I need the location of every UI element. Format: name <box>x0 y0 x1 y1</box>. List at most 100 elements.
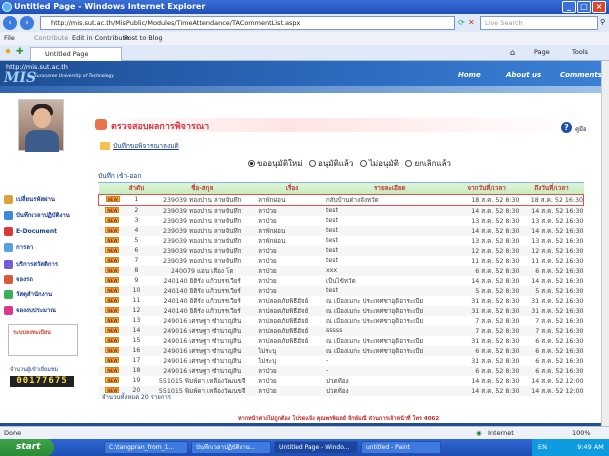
manual-link[interactable]: คู่มือ <box>575 124 587 134</box>
table-row[interactable]: NEW 10 240140 ยิติรัง แก้วบรรเวียร์ ลาป่วย t… <box>98 285 584 296</box>
vertical-scrollbar[interactable] <box>601 61 609 426</box>
sidebar-item-change-password[interactable]: เปลี่ยนรหัสผ่าน <box>4 194 84 206</box>
task-paint[interactable]: untitled - Paint <box>361 441 441 454</box>
add-favorites-icon[interactable]: ✚ <box>16 47 24 57</box>
cell-detail: ณ เมืองเมกะ ประเทศซาอุดิอาระเบีย <box>325 345 454 356</box>
table-row[interactable]: NEW 17 249016 เศรษฐา ซำนาญสิน ไม่ระบุ - 31 ส.… <box>99 356 584 366</box>
page-viewport: http://mis.sut.ac.th MIS Suranaree Unive… <box>0 61 601 426</box>
address-bar[interactable]: http://mis.sut.ac.th/MisPublic/Modules/T… <box>40 16 455 30</box>
table-row[interactable]: NEW 19 551015 พิมพ์ดา เหลืองวัฒนขจี ลาป่วย ป… <box>99 376 584 386</box>
filter-approved-radio[interactable] <box>309 160 317 167</box>
cell-subject: ลาป่วย <box>258 385 326 396</box>
language-indicator[interactable]: EN <box>538 443 547 451</box>
table-row[interactable]: NEW 15 249016 เศรษฐา ซำนาญสิน ลาปลอดภัยพิธี… <box>99 336 584 346</box>
table-row[interactable]: NEW 2 239039 ทองปาน ลาษจันทึก ลาป่วย test 14 … <box>98 205 584 216</box>
table-row[interactable]: NEW 6 239039 ทองปาน ลาษจันทึก ลาป่วย test 12 … <box>98 245 584 256</box>
cell-from: 14 ส.ค. 52 8:30 <box>471 277 520 285</box>
cell-from: 31 ส.ค. 52 8:30 <box>453 305 520 316</box>
table-row[interactable]: NEW 7 239039 ทองปาน ลาษจันทึก ลาป่วย test 11 … <box>99 256 584 266</box>
tab-untitled-page[interactable]: Untitled Page <box>30 47 122 61</box>
table-row[interactable]: NEW 1 239039 ทองปาน ลาษจันทึก ลาพักผ่อน กลับ… <box>98 193 584 206</box>
nav-home[interactable]: Home <box>458 71 481 79</box>
table-row[interactable]: NEW 8 240079 แอน เสือง โต ลาป่วย xxx 6 ส.ค. 5… <box>98 265 584 276</box>
start-button[interactable]: start <box>0 439 54 456</box>
table-row[interactable]: NEW 9 240140 ยิติรัง แก้วบรรเวียร์ ลาป่วย เป… <box>99 276 584 286</box>
cell-seq: 16 <box>126 345 147 356</box>
forward-button[interactable]: › <box>20 16 34 30</box>
promo-banner[interactable]: ระบบลงทะเบียน <box>8 324 78 356</box>
cell-seq: 15 <box>132 337 141 344</box>
task-explorer[interactable]: C:\tangpran_from_1... <box>104 441 188 454</box>
cell-from: 12 ส.ค. 52 8:30 <box>453 245 520 256</box>
table-row[interactable]: NEW 12 240140 ยิติรัง แก้วบรรเวียร์ ลาปลอดภ… <box>98 305 584 316</box>
sidebar-item-leave[interactable]: การลา <box>4 242 84 254</box>
cell-seq: 11 <box>132 297 141 304</box>
nav-about[interactable]: About us <box>506 71 541 79</box>
search-icon[interactable]: ⚲ <box>600 18 605 26</box>
page-menu[interactable]: Page <box>534 48 550 56</box>
cell-detail: test <box>325 285 454 296</box>
cell-name: 240140 ยิติรัง แก้วบรรเวียร์ <box>146 305 259 316</box>
nav-comments[interactable]: Comments <box>560 71 601 79</box>
menu-row: File Contribute Edit in Contribute Post … <box>0 32 609 45</box>
sidebar-item-budget[interactable]: จองงบประมาณ <box>4 305 84 317</box>
cell-subject: ลาพักผ่อน <box>258 225 326 236</box>
sidebar-item-car-booking[interactable]: จองรถ <box>4 274 84 286</box>
back-button[interactable]: ‹ <box>3 16 17 30</box>
sidebar-item-time-record[interactable]: บันทึกเวลาปฏิบัติงาน <box>4 210 84 222</box>
cell-subject: ลาป่วย <box>258 257 277 265</box>
task-ie[interactable]: Untitled Page - Windo... <box>274 441 358 454</box>
sidebar-item-edocument[interactable]: E-Document <box>4 226 84 238</box>
clock-icon <box>4 211 13 220</box>
home-icon[interactable]: ⌂ <box>510 48 515 57</box>
browser-window: Untitled Page - Windows Internet Explore… <box>0 0 609 456</box>
cell-name: 249016 เศรษฐา ซำนาญสิน <box>163 357 242 365</box>
cell-from: 14 ส.ค. 52 8:30 <box>453 205 520 216</box>
cell-detail: ณ เมืองเมกะ ประเทศซาอุดิอาระเบีย <box>325 337 424 345</box>
task-time-record[interactable]: บันทึกเวลาปฏิบัติงาน... <box>191 441 271 454</box>
cell-from: 7 ส.ค. 52 8:30 <box>475 317 520 325</box>
table-row[interactable]: NEW 18 249016 เศรษฐา ซำนาญสิน ลาป่วย -6 ส.ค.… <box>98 365 584 376</box>
minimize-button[interactable]: _ <box>562 1 576 13</box>
filter-rejected-radio[interactable] <box>359 160 367 167</box>
cell-subject: ลาพักผ่อน <box>258 237 286 245</box>
table-row[interactable]: NEW 3 239039 ทองปาน ลาษจันทึก ลาป่วย test 13 … <box>99 216 584 226</box>
menu-post-blog[interactable]: Post to Blog <box>124 32 163 45</box>
zoom-level[interactable]: 100% <box>572 427 591 439</box>
table-row[interactable]: NEW 11 240140 ยิติรัง แก้วบรรเวียร์ ลาปลอดภ… <box>99 296 584 306</box>
search-input[interactable]: Live Search <box>480 16 598 30</box>
table-row[interactable]: NEW 20 551015 พิมพ์ดา เหลืองวัฒนขจี ลาป่วยป… <box>98 385 584 396</box>
maximize-button[interactable]: □ <box>577 1 591 13</box>
menu-contribute[interactable]: Contribute <box>34 32 68 45</box>
sidebar-item-office-supplies[interactable]: วัสดุสำนักงาน <box>4 289 84 301</box>
add-request-link[interactable]: บันทึกขอพิจารณาลงมติ <box>100 141 179 151</box>
menu-file[interactable]: File <box>4 32 15 45</box>
menu-edit-contribute[interactable]: Edit in Contribute <box>72 32 129 45</box>
table-row[interactable]: NEW 16 249016 เศรษฐา ซำนาญสิน ไม่ระบุณ เมือ… <box>98 345 584 356</box>
table-row[interactable]: NEW 4 239039 ทองปาน ลาษจันทึก ลาพักผ่อน test… <box>98 225 584 236</box>
box-icon <box>4 290 13 299</box>
filter-cancelled-radio[interactable] <box>405 160 413 167</box>
welfare-icon <box>4 260 13 269</box>
cell-subject: ไม่ระบุ <box>258 357 277 365</box>
cell-name: 249016 เศรษฐา ซำนาญสิน <box>146 325 259 336</box>
refresh-icon[interactable]: ⟳ <box>458 18 465 27</box>
table-row[interactable]: NEW 14 249016 เศรษฐา ซำนาญสิน ลาปลอดภัยพิธี… <box>98 325 584 336</box>
document-icon <box>4 227 13 236</box>
stop-icon[interactable]: ✕ <box>468 18 475 27</box>
table-row[interactable]: NEW 13 249016 เศรษฐา ซำนาญสิน ลาปลอดภัยพิธี… <box>99 316 584 326</box>
table-row[interactable]: NEW 5 239039 ทองปาน ลาษจันทึก ลาพักผ่อน test… <box>99 236 584 246</box>
close-button[interactable]: × <box>592 1 606 13</box>
help-icon[interactable]: ? <box>561 122 572 133</box>
tools-menu[interactable]: Tools <box>572 48 588 56</box>
mis-logo[interactable]: MIS <box>4 70 36 86</box>
new-badge: NEW <box>105 327 120 333</box>
sidebar-item-welfare[interactable]: บริการสวัสดิการ <box>4 259 84 271</box>
status-text: Done <box>4 429 22 437</box>
filter-new-radio[interactable] <box>248 160 255 167</box>
cell-detail: sssss <box>325 325 454 336</box>
favorites-star-icon[interactable]: ★ <box>4 47 12 57</box>
cell-detail: test <box>325 205 454 216</box>
table-header: ลำดับ ชื่อ-สกุล เรื่อง รายละเอียด จากวัน… <box>98 183 584 194</box>
cell-subject: ลาปลอดภัยพิธีฮัจย์ <box>258 317 309 325</box>
